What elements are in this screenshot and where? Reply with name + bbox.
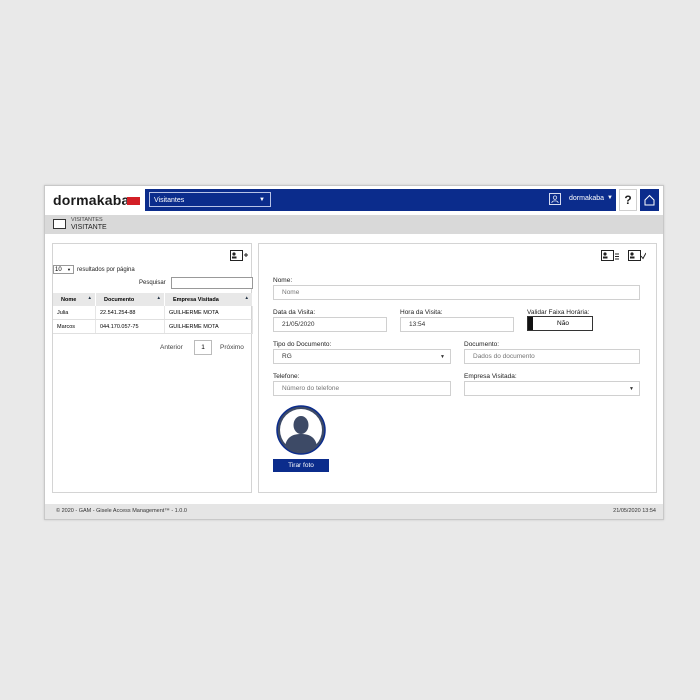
documento-label: Documento: (464, 341, 500, 348)
table-row[interactable]: Marcos 044.170.057-75 GUILHERME MOTA (53, 319, 253, 334)
id-card-icon (53, 219, 66, 229)
cell-nome: Julia (53, 306, 96, 320)
footer-timestamp: 21/05/2020 13:54 (613, 508, 656, 514)
nome-label: Nome: (273, 277, 293, 284)
page-length-label: resultados por página (77, 267, 135, 273)
chevron-down-icon: ▼ (440, 354, 445, 360)
empresa-label: Empresa Visitada: (464, 373, 517, 380)
dormakaba-logo: dormakaba (53, 192, 130, 208)
hora-visita-input[interactable]: 13:54 (400, 317, 514, 332)
telefone-input[interactable] (273, 381, 451, 396)
user-icon[interactable] (549, 193, 561, 205)
validar-faixa-label: Validar Faixa Horária: (527, 309, 590, 316)
cell-documento: 22.541.254-88 (95, 306, 165, 320)
validar-faixa-toggle[interactable]: Não (527, 316, 593, 331)
breadcrumb-parent[interactable]: VISITANTES (71, 217, 103, 223)
save-visitor-button[interactable] (628, 249, 647, 267)
sort-icon: ▲ (244, 295, 249, 300)
table-row[interactable]: Julia 22.541.254-88 GUILHERME MOTA (53, 306, 253, 320)
visitor-list-panel: 10 ▼ resultados por página Pesquisar Nom… (52, 243, 253, 493)
add-visitor-button[interactable] (230, 249, 248, 267)
person-silhouette-icon (276, 405, 326, 455)
page-length-value: 10 (55, 267, 62, 273)
tipo-documento-value: RG (282, 353, 292, 360)
table-header-row: Nome ▲ Documento ▲ Empresa Visitada ▲ (53, 293, 253, 306)
add-card-icon (230, 250, 248, 261)
pager-next-button[interactable]: Próximo (220, 344, 244, 351)
pager-prev-button[interactable]: Anterior (160, 344, 183, 351)
module-select-value: Visitantes (154, 197, 185, 204)
toggle-value: Não (557, 320, 569, 327)
documento-input[interactable] (464, 349, 640, 364)
pager-page-button[interactable]: 1 (194, 340, 212, 355)
cell-empresa: GUILHERME MOTA (164, 319, 253, 334)
card-check-icon (628, 250, 647, 261)
footer: © 2020 - GAM - Gisele Access Management™… (45, 504, 663, 519)
page-title: VISITANTE (71, 224, 107, 231)
visitor-form-panel: Nome: Data da Visita: 21/05/2020 Hora da… (258, 243, 657, 493)
help-button[interactable]: ? (619, 189, 637, 211)
toggle-knob (528, 317, 533, 330)
take-photo-button[interactable]: Tirar foto (273, 459, 329, 472)
home-button[interactable] (640, 189, 659, 211)
breadcrumb: VISITANTES VISITANTE (45, 215, 663, 234)
tipo-documento-label: Tipo do Documento: (273, 341, 332, 348)
home-icon (644, 194, 655, 206)
search-label: Pesquisar (139, 280, 166, 286)
chevron-down-icon: ▼ (67, 267, 71, 272)
data-visita-label: Data da Visita: (273, 309, 316, 316)
avatar (273, 405, 329, 455)
search-input[interactable] (171, 277, 253, 289)
cell-nome: Marcos (53, 319, 96, 334)
card-list-icon (601, 250, 619, 261)
column-header-documento[interactable]: Documento ▲ (95, 293, 165, 306)
module-select[interactable]: Visitantes ▼ (149, 192, 271, 207)
cell-empresa: GUILHERME MOTA (164, 306, 253, 320)
sort-icon: ▲ (87, 295, 92, 300)
empresa-select[interactable]: ▼ (464, 381, 640, 396)
logo-mark-icon (127, 197, 140, 205)
visitor-table: Nome ▲ Documento ▲ Empresa Visitada ▲ Julia… (53, 293, 253, 334)
tipo-documento-select[interactable]: RG ▼ (273, 349, 451, 364)
sort-icon: ▲ (156, 295, 161, 300)
column-header-nome[interactable]: Nome ▲ (53, 293, 96, 306)
visitor-list-card-button[interactable] (601, 249, 619, 267)
chevron-down-icon: ▼ (259, 197, 265, 203)
chevron-down-icon: ▼ (629, 386, 634, 392)
footer-copyright: © 2020 - GAM - Gisele Access Management™… (56, 508, 187, 514)
nome-input[interactable] (273, 285, 640, 300)
cell-documento: 044.170.057-75 (95, 319, 165, 334)
column-header-empresa[interactable]: Empresa Visitada ▲ (164, 293, 253, 306)
app-window: dormakaba Visitantes ▼ dormakaba ▼ ? VIS… (44, 185, 664, 520)
telefone-label: Telefone: (273, 373, 300, 380)
user-menu-caret-icon[interactable]: ▼ (607, 195, 613, 201)
user-menu-label[interactable]: dormakaba (569, 195, 604, 202)
data-visita-input[interactable]: 21/05/2020 (273, 317, 387, 332)
page-length-select[interactable]: 10 ▼ (53, 265, 74, 274)
nav-bar: Visitantes ▼ dormakaba ▼ (145, 189, 616, 211)
top-bar: dormakaba Visitantes ▼ dormakaba ▼ ? (45, 186, 663, 214)
hora-visita-label: Hora da Visita: (400, 309, 443, 316)
